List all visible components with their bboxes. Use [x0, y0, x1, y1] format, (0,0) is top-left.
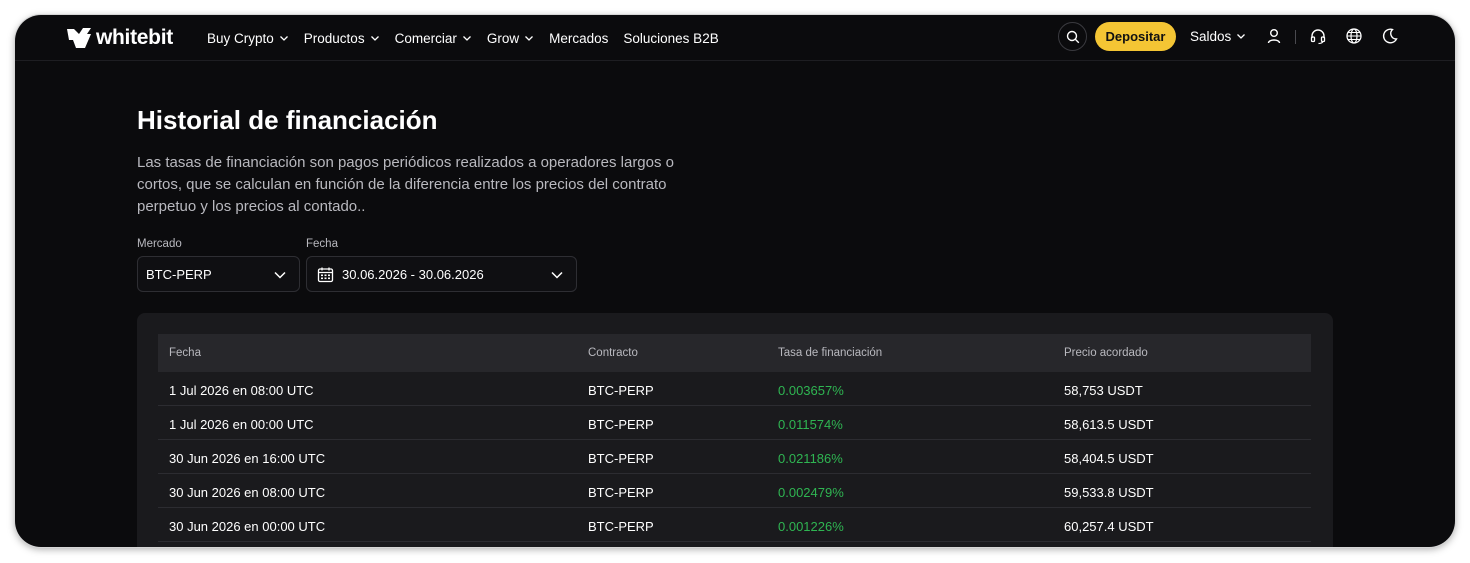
- search-button[interactable]: [1058, 22, 1087, 51]
- cell-date: 30 Jun 2026 en 08:00 UTC: [169, 485, 326, 500]
- table-body: 1 Jul 2026 en 08:00 UTC BTC-PERP 0.00365…: [158, 372, 1311, 542]
- logo-mark-icon: [67, 28, 91, 48]
- cell-date: 1 Jul 2026 en 00:00 UTC: [169, 417, 314, 432]
- nav-label: Comerciar: [394, 30, 457, 46]
- cell-funding-rate: 0.003657%: [778, 383, 844, 398]
- globe-icon[interactable]: [1345, 27, 1363, 45]
- nav-soluciones-b2b[interactable]: Soluciones B2B: [623, 31, 718, 46]
- calendar-icon: [317, 267, 334, 282]
- column-header-agreed-price: Precio acordado: [1064, 347, 1148, 359]
- chevron-down-icon: [274, 271, 286, 279]
- table-row: 1 Jul 2026 en 00:00 UTC BTC-PERP 0.01157…: [158, 406, 1311, 440]
- date-filter-label: Fecha: [306, 238, 338, 250]
- nav-label: Soluciones B2B: [623, 30, 719, 46]
- nav-label: Mercados: [549, 30, 609, 46]
- headset-icon[interactable]: [1309, 27, 1327, 45]
- date-range-value: 30.06.2026 - 30.06.2026: [342, 266, 484, 282]
- market-filter-label: Mercado: [137, 238, 182, 250]
- chevron-down-icon: [279, 36, 288, 41]
- chevron-down-icon: [1237, 34, 1246, 39]
- cell-contract: BTC-PERP: [588, 485, 654, 500]
- top-navbar: whitebit Buy Crypto Productos Comerciar …: [15, 15, 1455, 61]
- balances-label: Saldos: [1190, 28, 1232, 44]
- cell-funding-rate: 0.011574%: [778, 417, 843, 432]
- nav-label: Grow: [486, 30, 520, 46]
- column-header-date: Fecha: [169, 347, 201, 359]
- cell-funding-rate: 0.001226%: [778, 519, 844, 534]
- balances-dropdown[interactable]: Saldos: [1190, 15, 1246, 57]
- chevron-down-icon: [525, 36, 534, 41]
- chevron-down-icon: [551, 271, 563, 279]
- cell-agreed-price: 58,613.5 USDT: [1064, 417, 1154, 432]
- nav-label: Productos: [303, 30, 365, 46]
- table-row: 30 Jun 2026 en 00:00 UTC BTC-PERP 0.0012…: [158, 508, 1311, 542]
- nav-buy-crypto[interactable]: Buy Crypto: [207, 31, 289, 46]
- table-row: 30 Jun 2026 en 16:00 UTC BTC-PERP 0.0211…: [158, 440, 1311, 474]
- cell-contract: BTC-PERP: [588, 383, 654, 398]
- nav-mercados[interactable]: Mercados: [549, 31, 608, 46]
- funding-history-table: Fecha Contracto Tasa de financiación Pre…: [137, 313, 1333, 547]
- table-header: Fecha Contracto Tasa de financiación Pre…: [158, 334, 1311, 372]
- cell-date: 30 Jun 2026 en 16:00 UTC: [169, 451, 326, 466]
- nav-grow[interactable]: Grow: [487, 31, 534, 46]
- nav-label: Buy Crypto: [207, 30, 274, 46]
- date-range-select[interactable]: 30.06.2026 - 30.06.2026: [306, 256, 577, 292]
- cell-funding-rate: 0.021186%: [778, 451, 843, 466]
- cell-agreed-price: 58,404.5 USDT: [1064, 451, 1154, 466]
- market-select[interactable]: BTC-PERP: [137, 256, 300, 292]
- cell-date: 30 Jun 2026 en 00:00 UTC: [169, 519, 326, 534]
- table-row: 30 Jun 2026 en 08:00 UTC BTC-PERP 0.0024…: [158, 474, 1311, 508]
- user-icon[interactable]: [1265, 27, 1283, 45]
- cell-contract: BTC-PERP: [588, 451, 654, 466]
- chevron-down-icon: [370, 36, 379, 41]
- cell-agreed-price: 58,753 USDT: [1064, 383, 1143, 398]
- column-header-contract: Contracto: [588, 347, 638, 359]
- cell-agreed-price: 59,533.8 USDT: [1064, 485, 1154, 500]
- column-header-funding-rate: Tasa de financiación: [778, 347, 883, 359]
- table-row: 1 Jul 2026 en 08:00 UTC BTC-PERP 0.00365…: [158, 372, 1311, 406]
- main-nav: Buy Crypto Productos Comerciar Grow Merc…: [207, 15, 734, 61]
- deposit-button[interactable]: Depositar: [1095, 22, 1176, 51]
- cell-date: 1 Jul 2026 en 08:00 UTC: [169, 383, 314, 398]
- nav-productos[interactable]: Productos: [304, 31, 380, 46]
- moon-icon[interactable]: [1381, 27, 1399, 45]
- market-select-value: BTC-PERP: [146, 266, 212, 282]
- cell-agreed-price: 60,257.4 USDT: [1064, 519, 1154, 534]
- search-icon: [1066, 30, 1079, 43]
- cell-contract: BTC-PERP: [588, 519, 654, 534]
- page-description: Las tasas de financiación son pagos peri…: [137, 154, 675, 215]
- nav-comerciar[interactable]: Comerciar: [395, 31, 472, 46]
- page-title: Historial de financiación: [137, 105, 438, 135]
- logo-text: whitebit: [96, 26, 173, 49]
- cell-funding-rate: 0.002479%: [778, 485, 844, 500]
- cell-contract: BTC-PERP: [588, 417, 654, 432]
- whitebit-logo[interactable]: whitebit: [66, 25, 173, 51]
- app-window: whitebit Buy Crypto Productos Comerciar …: [15, 15, 1455, 547]
- header-divider: [1295, 30, 1296, 44]
- chevron-down-icon: [462, 36, 471, 41]
